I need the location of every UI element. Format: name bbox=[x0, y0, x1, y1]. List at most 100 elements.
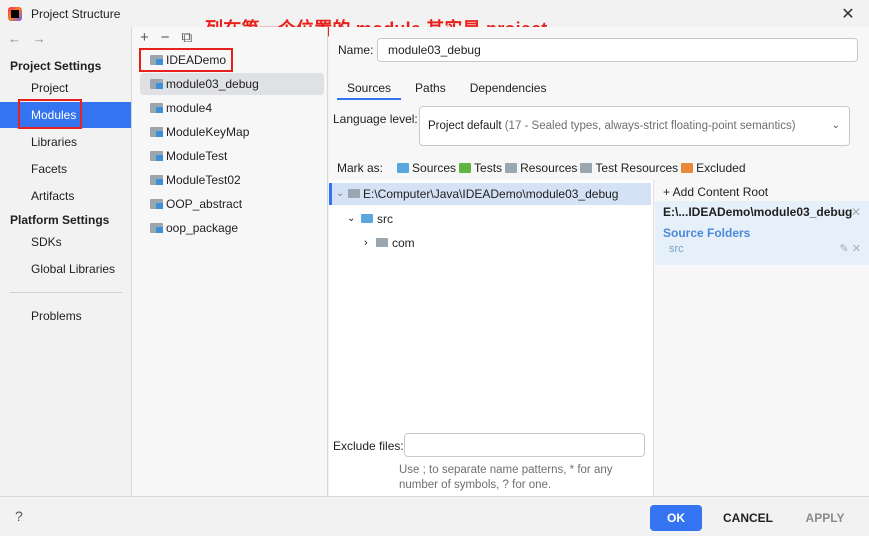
module-label: ModuleKeyMap bbox=[166, 125, 250, 139]
tab-sources[interactable]: Sources bbox=[337, 80, 402, 100]
sidebar-divider bbox=[10, 292, 122, 293]
sidebar-item-facets[interactable]: Facets bbox=[0, 156, 131, 182]
language-level-desc: (17 - Sealed types, always-strict floati… bbox=[504, 120, 796, 132]
add-icon[interactable]: + bbox=[140, 29, 149, 46]
forward-arrow-icon[interactable]: → bbox=[33, 31, 46, 46]
module-item[interactable]: module03_debug bbox=[140, 73, 324, 95]
tree-src[interactable]: src bbox=[377, 211, 393, 227]
mark-excluded-button[interactable]: Excluded bbox=[681, 161, 746, 175]
tab-dependencies[interactable]: Dependencies bbox=[460, 80, 557, 100]
source-folder-item: src bbox=[669, 243, 684, 255]
mark-sources-button[interactable]: Sources bbox=[397, 161, 456, 175]
mark-tests-button[interactable]: Tests bbox=[459, 161, 502, 175]
module-item[interactable]: ModuleTest bbox=[140, 145, 324, 167]
module-item[interactable]: OOP_abstract bbox=[140, 193, 324, 215]
chevron-down-icon[interactable]: ⌄ bbox=[336, 186, 344, 202]
cancel-button[interactable]: CANCEL bbox=[712, 505, 784, 531]
remove-folder-icon[interactable]: ✕ bbox=[852, 243, 861, 255]
ok-button[interactable]: OK bbox=[650, 505, 702, 531]
module-folder-icon bbox=[150, 175, 163, 185]
sidebar-item-project[interactable]: Project bbox=[0, 75, 131, 101]
source-folder-actions: ✎ ✕ bbox=[840, 242, 862, 255]
module-folder-icon bbox=[150, 151, 163, 161]
test-resources-folder-icon bbox=[580, 163, 593, 173]
platform-settings-heading: Platform Settings bbox=[10, 213, 110, 227]
sources-folder-icon bbox=[361, 214, 373, 223]
modules-toolbar: + − ⧉ bbox=[140, 29, 192, 46]
help-icon[interactable]: ? bbox=[15, 508, 23, 524]
source-folders-title: Source Folders bbox=[663, 226, 751, 240]
source-tree: ⌄ E:\Computer\Java\IDEADemo\module03_deb… bbox=[329, 180, 654, 496]
remove-root-icon[interactable]: ✕ bbox=[851, 205, 861, 219]
intellij-logo-icon bbox=[8, 6, 22, 21]
module-folder-icon bbox=[348, 189, 360, 198]
copy-icon[interactable]: ⧉ bbox=[182, 29, 193, 46]
package-folder-icon bbox=[376, 238, 388, 247]
close-button[interactable]: ✕ bbox=[839, 4, 857, 24]
mark-label: Resources bbox=[520, 161, 578, 175]
mark-label: Tests bbox=[474, 161, 503, 175]
detail-tabs: Sources Paths Dependencies bbox=[337, 80, 560, 100]
add-content-root-button[interactable]: + Add Content Root bbox=[663, 185, 768, 199]
mark-resources-button[interactable]: Resources bbox=[505, 161, 577, 175]
module-label: module03_debug bbox=[166, 77, 259, 91]
resources-folder-icon bbox=[505, 163, 518, 173]
sidebar-item-sdks[interactable]: SDKs bbox=[0, 229, 131, 255]
mark-as-bar: Mark as: Sources Tests Resources Test Re… bbox=[337, 161, 749, 175]
language-level-select[interactable]: Project default (17 - Sealed types, alwa… bbox=[419, 106, 850, 146]
sidebar-item-problems[interactable]: Problems bbox=[0, 303, 131, 329]
module-item[interactable]: module4 bbox=[140, 97, 324, 119]
module-item[interactable]: ModuleTest02 bbox=[140, 169, 324, 191]
language-level-label: Language level: bbox=[333, 112, 418, 126]
exclude-files-hint: Use ; to separate name patterns, * for a… bbox=[399, 464, 613, 491]
module-folder-icon bbox=[150, 127, 163, 137]
module-folder-icon bbox=[150, 79, 163, 89]
modules-highlight-box bbox=[18, 99, 82, 129]
module-item[interactable]: ModuleKeyMap bbox=[140, 121, 324, 143]
mark-as-label: Mark as: bbox=[337, 161, 384, 175]
module-label: ModuleTest02 bbox=[166, 173, 241, 187]
module-detail-panel: Name: module03_debug Sources Paths Depen… bbox=[329, 27, 869, 496]
content-roots-panel: + Add Content Root E:\...IDEADemo\module… bbox=[655, 180, 869, 496]
content-root-path: E:\...IDEADemo\module03_debug bbox=[663, 205, 853, 219]
tab-paths[interactable]: Paths bbox=[405, 80, 456, 100]
module-folder-icon bbox=[150, 103, 163, 113]
module-label: module4 bbox=[166, 101, 213, 115]
chevron-down-icon: ⌄ bbox=[831, 120, 840, 131]
sidebar-item-global-libraries[interactable]: Global Libraries bbox=[0, 256, 131, 282]
mark-label: Excluded bbox=[696, 161, 746, 175]
back-arrow-icon[interactable]: ← bbox=[8, 31, 21, 46]
module-label: OOP_abstract bbox=[166, 197, 243, 211]
mark-test-resources-button[interactable]: Test Resources bbox=[580, 161, 678, 175]
chevron-down-icon[interactable]: ⌄ bbox=[347, 211, 355, 227]
chevron-right-icon[interactable]: › bbox=[364, 235, 368, 251]
tree-com[interactable]: com bbox=[392, 235, 415, 251]
mark-label: Test Resources bbox=[595, 161, 679, 175]
project-settings-heading: Project Settings bbox=[10, 59, 102, 73]
tests-folder-icon bbox=[459, 163, 472, 173]
dialog-footer: ? OK CANCEL APPLY bbox=[0, 496, 869, 536]
module-folder-icon bbox=[150, 199, 163, 209]
edit-icon[interactable]: ✎ bbox=[840, 243, 849, 255]
tree-root-path: E:\Computer\Java\IDEADemo\module03_debug bbox=[363, 187, 619, 201]
settings-sidebar: ← → Project Settings Project Modules Lib… bbox=[0, 27, 132, 496]
name-label: Name: bbox=[338, 43, 374, 57]
apply-button[interactable]: APPLY bbox=[795, 505, 855, 531]
window-title: Project Structure bbox=[31, 6, 121, 21]
sources-folder-icon bbox=[397, 163, 410, 173]
content-root-entry: E:\...IDEADemo\module03_debug ✕ Source F… bbox=[655, 201, 869, 265]
remove-icon[interactable]: − bbox=[161, 29, 170, 46]
module-folder-icon bbox=[150, 223, 163, 233]
modules-panel: + − ⧉ IDEADemo module03_debug module4 Mo… bbox=[132, 27, 328, 496]
module-label: oop_package bbox=[166, 221, 239, 235]
module-label: ModuleTest bbox=[166, 149, 228, 163]
language-level-value: Project default bbox=[428, 120, 502, 132]
project-module-highlight-box bbox=[139, 48, 233, 72]
nav-arrows: ← → bbox=[8, 31, 54, 46]
exclude-files-input[interactable] bbox=[404, 433, 645, 457]
sidebar-item-libraries[interactable]: Libraries bbox=[0, 129, 131, 155]
module-item[interactable]: oop_package bbox=[140, 217, 324, 239]
excluded-folder-icon bbox=[681, 163, 694, 173]
sidebar-item-artifacts[interactable]: Artifacts bbox=[0, 183, 131, 209]
name-input[interactable]: module03_debug bbox=[377, 38, 858, 62]
